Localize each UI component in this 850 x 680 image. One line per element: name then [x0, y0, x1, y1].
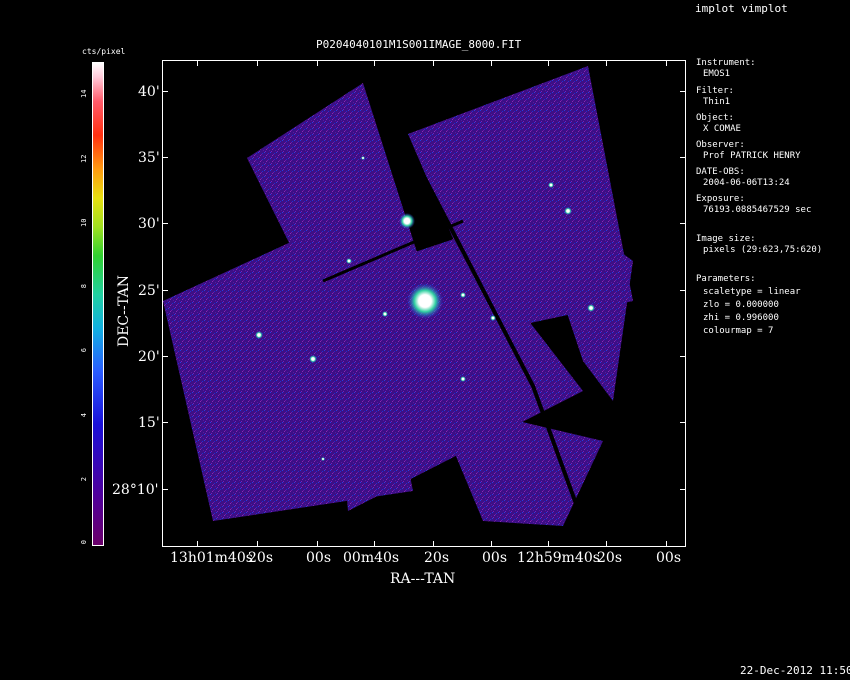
- source: [382, 311, 388, 317]
- colorbar-tick: 10: [80, 218, 88, 227]
- param-scaletype: scaletype = linear: [703, 287, 801, 297]
- exposure-value: 76193.0885467529 sec: [703, 205, 812, 215]
- x-tick-label: 20s: [248, 550, 273, 566]
- exposure-label: Exposure:: [696, 194, 745, 204]
- x-tick-label: 13h01m40s: [170, 550, 253, 566]
- source: [399, 213, 415, 229]
- y-tick-label: 30': [138, 216, 160, 232]
- x-tick-label: 00s: [306, 550, 331, 566]
- image-size-value: pixels (29:623,75:620): [703, 245, 823, 255]
- source: [587, 304, 595, 312]
- source: [564, 207, 572, 215]
- param-zlo: zlo = 0.000000: [703, 300, 779, 310]
- y-tick-label: 25': [138, 283, 160, 299]
- param-zhi: zhi = 0.996000: [703, 313, 779, 323]
- y-tick-label: 40': [138, 84, 160, 100]
- colorbar-unit-label: cts/pixel: [82, 47, 126, 56]
- x-tick-label: 00s: [656, 550, 681, 566]
- source: [361, 156, 365, 160]
- y-tick-label: 28°10': [112, 482, 159, 498]
- source: [548, 182, 554, 188]
- colorbar-tick: 4: [80, 413, 88, 418]
- colorbar-tick: 14: [80, 89, 88, 98]
- object-label: Object:: [696, 113, 734, 123]
- filter-label: Filter:: [696, 86, 734, 96]
- y-tick-label: 20': [138, 349, 160, 365]
- plot-title: P0204040101M1S001IMAGE_8000.FIT: [316, 38, 522, 51]
- colorbar-tick: 8: [80, 284, 88, 289]
- x-tick-label: 00m40s: [343, 550, 400, 566]
- image-plot[interactable]: [162, 60, 686, 547]
- y-tick-label: 15': [138, 415, 160, 431]
- x-tick-label: 20s: [597, 550, 622, 566]
- colorbar-tick: 2: [80, 477, 88, 482]
- param-colourmap: colourmap = 7: [703, 326, 774, 336]
- object-value: X COMAE: [703, 124, 741, 134]
- x-tick-label: 20s: [424, 550, 449, 566]
- xray-image: [163, 66, 633, 526]
- instrument-value: EMOS1: [703, 69, 731, 79]
- source: [460, 292, 466, 298]
- date-value: 2004-06-06T13:24: [703, 178, 790, 188]
- params-label: Parameters:: [696, 274, 756, 284]
- x-axis-label: RA---TAN: [390, 571, 456, 587]
- bright-source: [407, 283, 443, 319]
- source: [255, 331, 263, 339]
- instrument-label: Instrument:: [696, 58, 756, 68]
- image-size-label: Image size:: [696, 234, 756, 244]
- x-tick-label: 12h59m40s: [517, 550, 600, 566]
- source: [346, 258, 352, 264]
- observer-label: Observer:: [696, 140, 745, 150]
- source: [321, 457, 325, 461]
- source: [460, 376, 466, 382]
- source: [490, 315, 496, 321]
- colorbar-tick: 6: [80, 348, 88, 353]
- y-axis-label: DEC--TAN: [116, 274, 133, 348]
- x-tick-label: 00s: [482, 550, 507, 566]
- colorbar: [92, 62, 104, 546]
- colorbar-tick: 12: [80, 154, 88, 163]
- date-label: DATE-OBS:: [696, 167, 745, 177]
- filter-value: Thin1: [703, 97, 731, 107]
- y-tick-label: 35': [138, 150, 160, 166]
- window-title: implot vimplot: [695, 2, 788, 15]
- timestamp: 22-Dec-2012 11:50: [740, 664, 850, 677]
- colorbar-tick: 0: [80, 540, 88, 545]
- source: [309, 355, 317, 363]
- observer-value: Prof PATRICK HENRY: [703, 151, 801, 161]
